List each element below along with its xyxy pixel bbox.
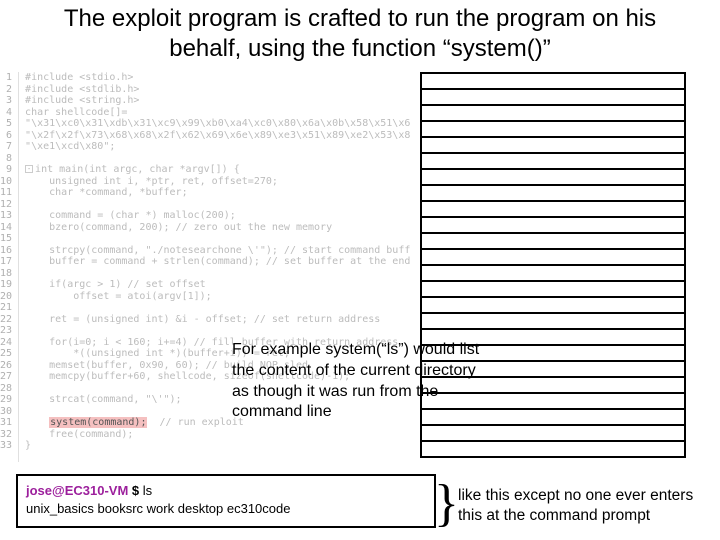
like-except-annotation: like this except no one ever enters this… (458, 486, 710, 526)
terminal-command: ls (143, 483, 152, 498)
stack-row (422, 314, 684, 330)
stack-row (422, 202, 684, 218)
line-number-gutter: 1234567891011121314151617181920212223242… (0, 72, 19, 462)
stack-row (422, 426, 684, 442)
stack-row (422, 250, 684, 266)
terminal-example: jose@EC310-VM $ ls unix_basics booksrc w… (16, 474, 436, 528)
slide-title: The exploit program is crafted to run th… (0, 0, 720, 72)
stack-row (422, 154, 684, 170)
stack-row (422, 266, 684, 282)
stack-row (422, 170, 684, 186)
stack-row (422, 138, 684, 154)
stack-row (422, 442, 684, 458)
stack-row (422, 186, 684, 202)
stack-row (422, 234, 684, 250)
stack-row (422, 74, 684, 90)
stack-row (422, 282, 684, 298)
brace-icon: } (434, 478, 459, 530)
stack-row (422, 122, 684, 138)
terminal-prompt-suffix: $ (128, 483, 142, 498)
stack-row (422, 106, 684, 122)
stack-row (422, 298, 684, 314)
terminal-output: unix_basics booksrc work desktop ec310co… (26, 500, 426, 518)
stack-row (422, 218, 684, 234)
stack-row (422, 90, 684, 106)
terminal-user: jose@EC310-VM (26, 483, 128, 498)
example-annotation: For example system(“ls”) would list the … (232, 340, 488, 423)
